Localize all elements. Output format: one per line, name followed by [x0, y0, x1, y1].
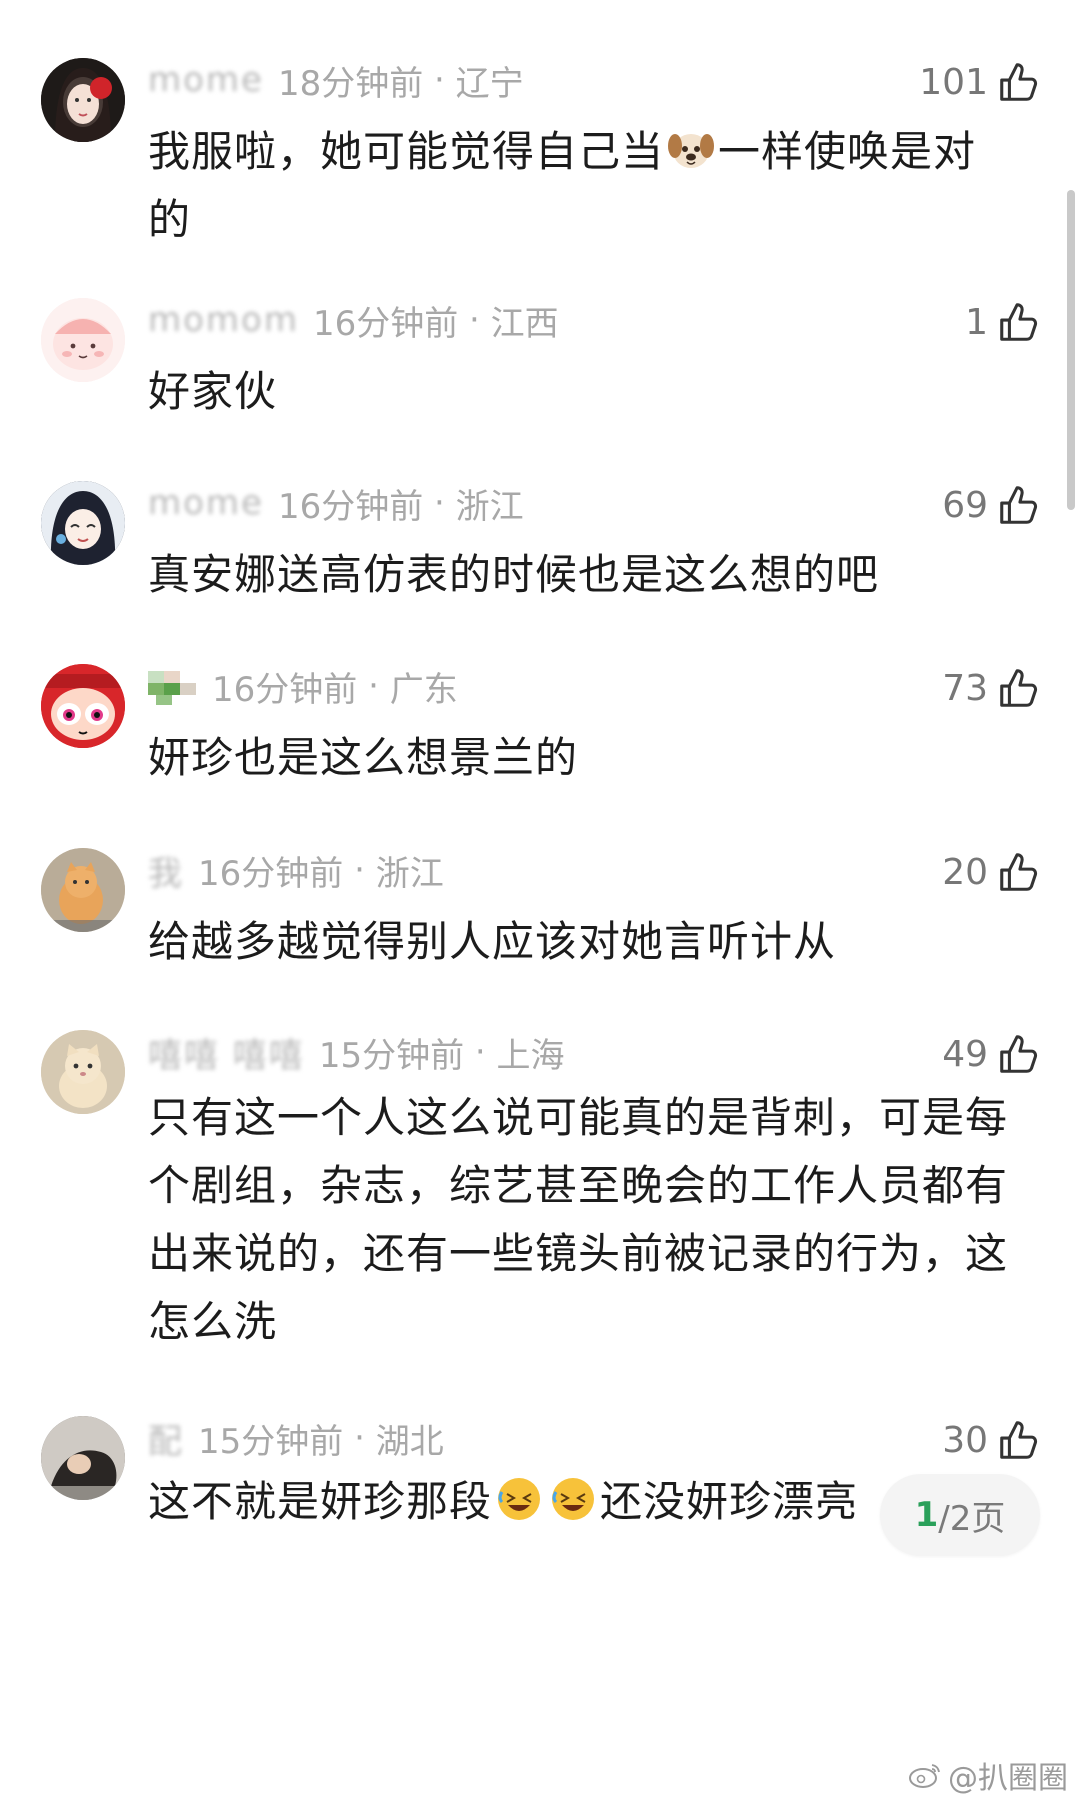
- like-count: 69: [942, 484, 988, 526]
- comment-text-part: 还没妍珍漂亮: [600, 1477, 859, 1526]
- meta-separator: ·: [458, 300, 491, 340]
- comment-text: 给越多越觉得别人应该对她言听计从: [148, 917, 837, 966]
- avatar[interactable]: [41, 1416, 125, 1500]
- region: 辽宁: [455, 63, 524, 104]
- comment-meta: 我 16分钟前 · 浙江: [148, 846, 444, 894]
- like-count: 49: [942, 1033, 988, 1075]
- username[interactable]: mome: [148, 483, 264, 523]
- page-indicator[interactable]: 1/2页: [880, 1474, 1040, 1556]
- like-button[interactable]: 1: [965, 296, 1042, 348]
- comment-text-part: 这不就是妍珍那段: [148, 1477, 493, 1526]
- thumbs-up-icon: [996, 665, 1042, 711]
- avatar[interactable]: [41, 481, 125, 565]
- username[interactable]: 嘻嘻 嘻嘻: [148, 1028, 305, 1077]
- comment-text-part: 我服啦，她可能觉得自己当: [148, 127, 665, 176]
- username[interactable]: mome: [148, 60, 264, 100]
- thumbs-up-icon: [996, 1417, 1042, 1463]
- comment-meta: 嘻嘻 嘻嘻 15分钟前 · 上海: [148, 1028, 565, 1076]
- dog-face-emoji: [668, 134, 715, 168]
- like-count: 73: [942, 667, 988, 709]
- timestamp: 15分钟前: [198, 1421, 344, 1462]
- username[interactable]: 我: [148, 846, 184, 895]
- meta-separator: ·: [423, 60, 456, 100]
- comment-meta: momom 16分钟前 · 江西: [148, 296, 559, 344]
- thumbs-up-icon: [996, 1031, 1042, 1077]
- like-button[interactable]: 49: [942, 1028, 1042, 1080]
- comment-meta: 配 15分钟前 · 湖北: [148, 1414, 444, 1462]
- current-page: 1: [914, 1495, 939, 1535]
- avatar[interactable]: [41, 848, 125, 932]
- comment-meta: mome 16分钟前 · 浙江: [148, 479, 524, 527]
- like-button[interactable]: 30: [942, 1414, 1042, 1466]
- like-count: 1: [965, 301, 988, 343]
- rolling-laughing-emoji: [552, 1478, 595, 1520]
- weibo-icon: [909, 1764, 940, 1788]
- comment-text: 只有这一个人这么说可能真的是背刺，可是每个剧组，杂志，综艺甚至晚会的工作人员都有…: [148, 1093, 1009, 1346]
- timestamp: 15分钟前: [318, 1035, 465, 1076]
- region: 浙江: [375, 853, 444, 894]
- thumbs-up-icon: [996, 59, 1042, 105]
- comment-text: 好家伙: [148, 367, 278, 416]
- meta-separator: ·: [357, 666, 390, 706]
- timestamp: 16分钟前: [198, 853, 344, 894]
- avatar[interactable]: [41, 298, 125, 382]
- total-pages: /2页: [938, 1498, 1006, 1539]
- like-button[interactable]: 20: [942, 846, 1042, 898]
- timestamp: 16分钟前: [312, 303, 459, 344]
- region: 广东: [389, 669, 458, 710]
- timestamp: 16分钟前: [212, 669, 358, 710]
- avatar[interactable]: [41, 58, 125, 142]
- avatar[interactable]: [41, 1030, 125, 1114]
- rolling-laughing-emoji: [498, 1478, 541, 1520]
- region: 浙江: [455, 486, 524, 527]
- meta-separator: ·: [343, 850, 376, 890]
- censored-username[interactable]: [148, 671, 198, 705]
- region: 江西: [490, 303, 559, 344]
- meta-separator: ·: [464, 1032, 497, 1072]
- watermark-text: @扒圈圈: [948, 1761, 1068, 1796]
- region: 湖北: [375, 1421, 444, 1462]
- username[interactable]: momom: [148, 300, 299, 340]
- timestamp: 16分钟前: [277, 486, 424, 527]
- username[interactable]: 配: [148, 1414, 184, 1463]
- timestamp: 18分钟前: [277, 63, 424, 104]
- comment-meta: mome 18分钟前 · 辽宁: [148, 56, 524, 104]
- like-button[interactable]: 69: [942, 479, 1042, 531]
- thumbs-up-icon: [996, 849, 1042, 895]
- like-count: 30: [942, 1419, 988, 1461]
- like-button[interactable]: 73: [942, 662, 1042, 714]
- like-count: 20: [942, 851, 988, 893]
- avatar[interactable]: [41, 664, 125, 748]
- comment-text: 妍珍也是这么想景兰的: [148, 733, 579, 782]
- comment-text: 真安娜送高仿表的时候也是这么想的吧: [148, 550, 880, 599]
- region: 上海: [496, 1035, 565, 1076]
- scrollbar[interactable]: [1067, 190, 1075, 510]
- thumbs-up-icon: [996, 299, 1042, 345]
- watermark: @扒圈圈: [908, 1753, 1068, 1797]
- comment-text: 我服啦，她可能觉得自己当 一样使唤是对的: [148, 118, 1018, 254]
- meta-separator: ·: [423, 483, 456, 523]
- like-button[interactable]: 101: [919, 56, 1042, 108]
- like-count: 101: [919, 61, 988, 103]
- thumbs-up-icon: [996, 482, 1042, 528]
- meta-separator: ·: [343, 1418, 376, 1458]
- comment-meta: 16分钟前 · 广东: [148, 662, 458, 710]
